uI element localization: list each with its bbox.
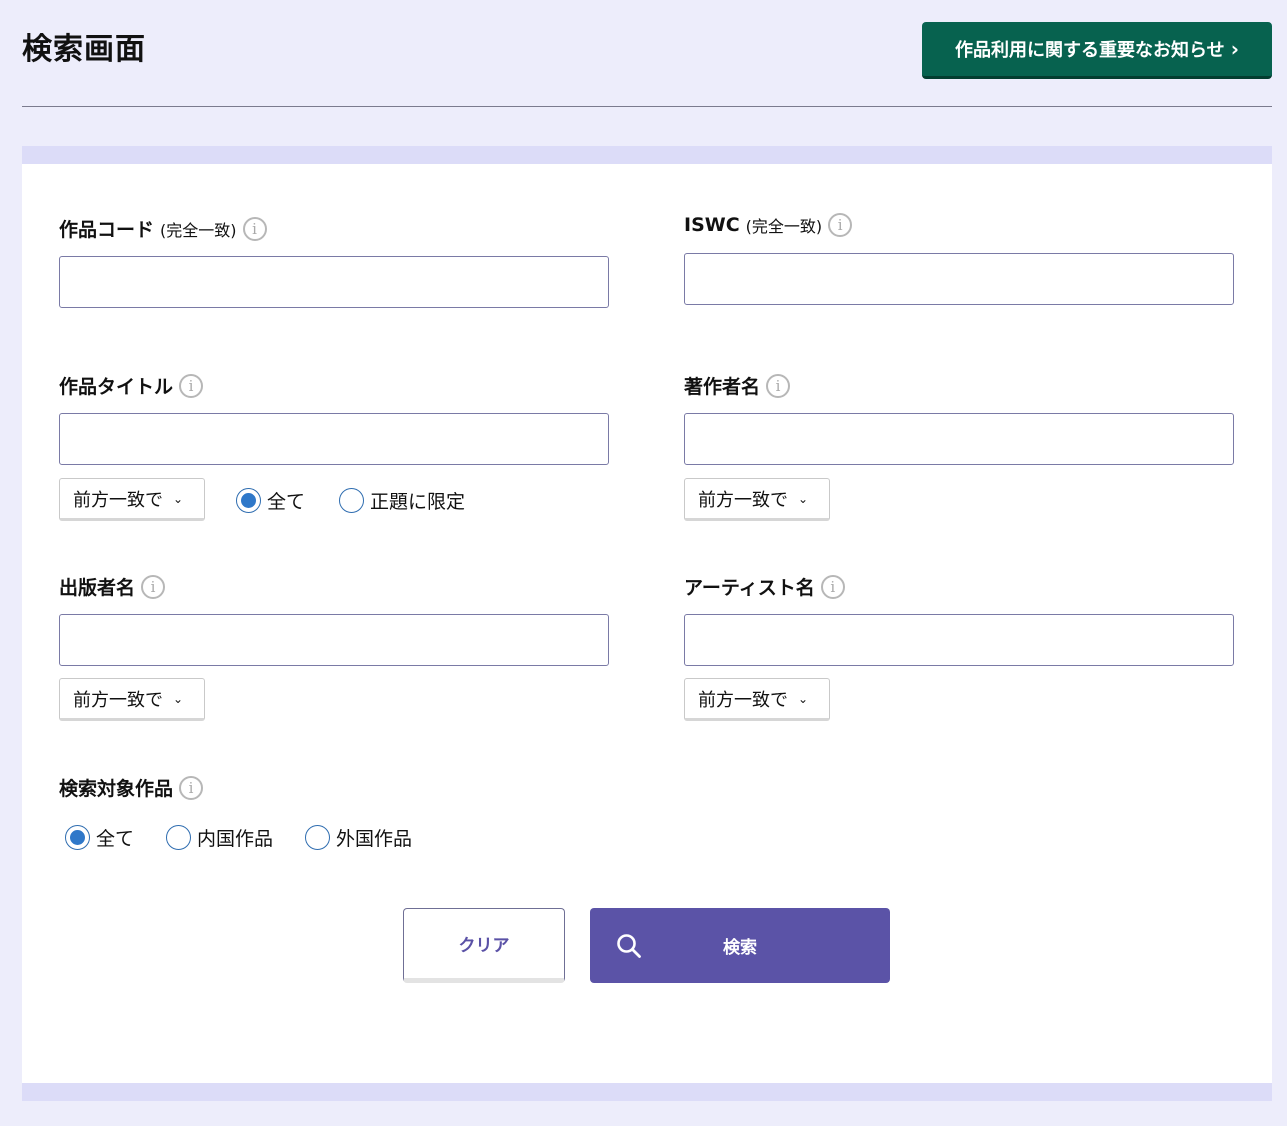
work-code-input[interactable] (59, 256, 609, 308)
work-title-label: 作品タイトル i (59, 372, 204, 399)
search-target-radio-group: 全て 内国作品 外国作品 (65, 824, 412, 851)
info-icon[interactable]: i (242, 216, 267, 241)
author-match-select[interactable]: 前方一致で ⌄ (684, 478, 830, 521)
work-title-label-text: 作品タイトル (59, 376, 174, 398)
info-icon[interactable]: i (828, 213, 853, 237)
header-divider (22, 106, 1272, 107)
title-scope-all-label: 全て (267, 491, 306, 513)
title-scope-all-radio[interactable]: 全て (236, 487, 305, 514)
artist-match-select[interactable]: 前方一致で ⌄ (684, 678, 830, 721)
search-target-label-text: 検索対象作品 (59, 778, 174, 800)
author-input[interactable] (684, 413, 1234, 465)
publisher-label-text: 出版者名 (59, 577, 136, 599)
title-scope-main-title-label: 正題に限定 (370, 491, 466, 513)
radio-button-checked[interactable] (236, 488, 261, 513)
iswc-input[interactable] (684, 253, 1234, 305)
card-top-strip (22, 146, 1272, 164)
work-title-match-value: 前方一致で (73, 489, 163, 511)
radio-button-checked[interactable] (65, 825, 90, 850)
page-title: 検索画面 (22, 32, 146, 67)
publisher-label: 出版者名 i (59, 573, 166, 600)
card-bottom-strip (22, 1083, 1272, 1101)
artist-match-value: 前方一致で (698, 689, 788, 711)
iswc-label: ISWC (完全一致) i (684, 213, 853, 237)
search-target-domestic-radio[interactable]: 内国作品 (166, 824, 273, 851)
search-target-all-radio[interactable]: 全て (65, 824, 134, 851)
work-code-label-text: 作品コード (59, 219, 155, 241)
important-notice-label: 作品利用に関する重要なお知らせ (955, 40, 1225, 61)
title-scope-radio-group: 全て 正題に限定 (236, 487, 465, 514)
chevron-down-icon: ⌄ (798, 691, 809, 706)
info-icon[interactable]: i (141, 574, 166, 599)
search-icon (617, 934, 641, 958)
title-scope-main-title-radio[interactable]: 正題に限定 (339, 487, 465, 514)
chevron-down-icon: ⌄ (173, 691, 184, 706)
iswc-note: (完全一致) (745, 217, 823, 236)
search-target-foreign-radio[interactable]: 外国作品 (305, 824, 412, 851)
artist-label: アーティスト名 i (684, 573, 845, 600)
chevron-down-icon: ⌄ (798, 491, 809, 506)
search-target-foreign-label: 外国作品 (336, 828, 413, 850)
info-icon[interactable]: i (766, 373, 791, 398)
clear-button-label: クリア (458, 936, 510, 956)
work-title-match-select[interactable]: 前方一致で ⌄ (59, 478, 205, 521)
publisher-input[interactable] (59, 614, 609, 666)
artist-label-text: アーティスト名 (684, 577, 815, 599)
work-code-label: 作品コード (完全一致) i (59, 215, 267, 242)
search-target-label: 検索対象作品 i (59, 774, 204, 801)
search-target-all-label: 全て (96, 828, 135, 850)
clear-button[interactable]: クリア (403, 908, 565, 983)
info-icon[interactable]: i (179, 373, 204, 398)
search-target-domestic-label: 内国作品 (197, 828, 274, 850)
author-label-text: 著作者名 (684, 376, 761, 398)
radio-button[interactable] (339, 488, 365, 513)
chevron-right-icon: › (1230, 37, 1239, 61)
chevron-down-icon: ⌄ (173, 491, 184, 506)
info-icon[interactable]: i (179, 775, 204, 800)
radio-button[interactable] (305, 825, 331, 850)
author-match-value: 前方一致で (698, 489, 788, 511)
info-icon[interactable]: i (820, 574, 845, 599)
publisher-match-select[interactable]: 前方一致で ⌄ (59, 678, 205, 721)
search-button[interactable]: 検索 (590, 908, 890, 983)
work-title-input[interactable] (59, 413, 609, 465)
author-label: 著作者名 i (684, 372, 791, 399)
iswc-label-text: ISWC (684, 214, 740, 236)
radio-button[interactable] (166, 825, 192, 850)
work-code-note: (完全一致) (160, 220, 237, 240)
important-notice-button[interactable]: 作品利用に関する重要なお知らせ › (922, 22, 1272, 79)
publisher-match-value: 前方一致で (73, 689, 163, 711)
artist-input[interactable] (684, 614, 1234, 666)
